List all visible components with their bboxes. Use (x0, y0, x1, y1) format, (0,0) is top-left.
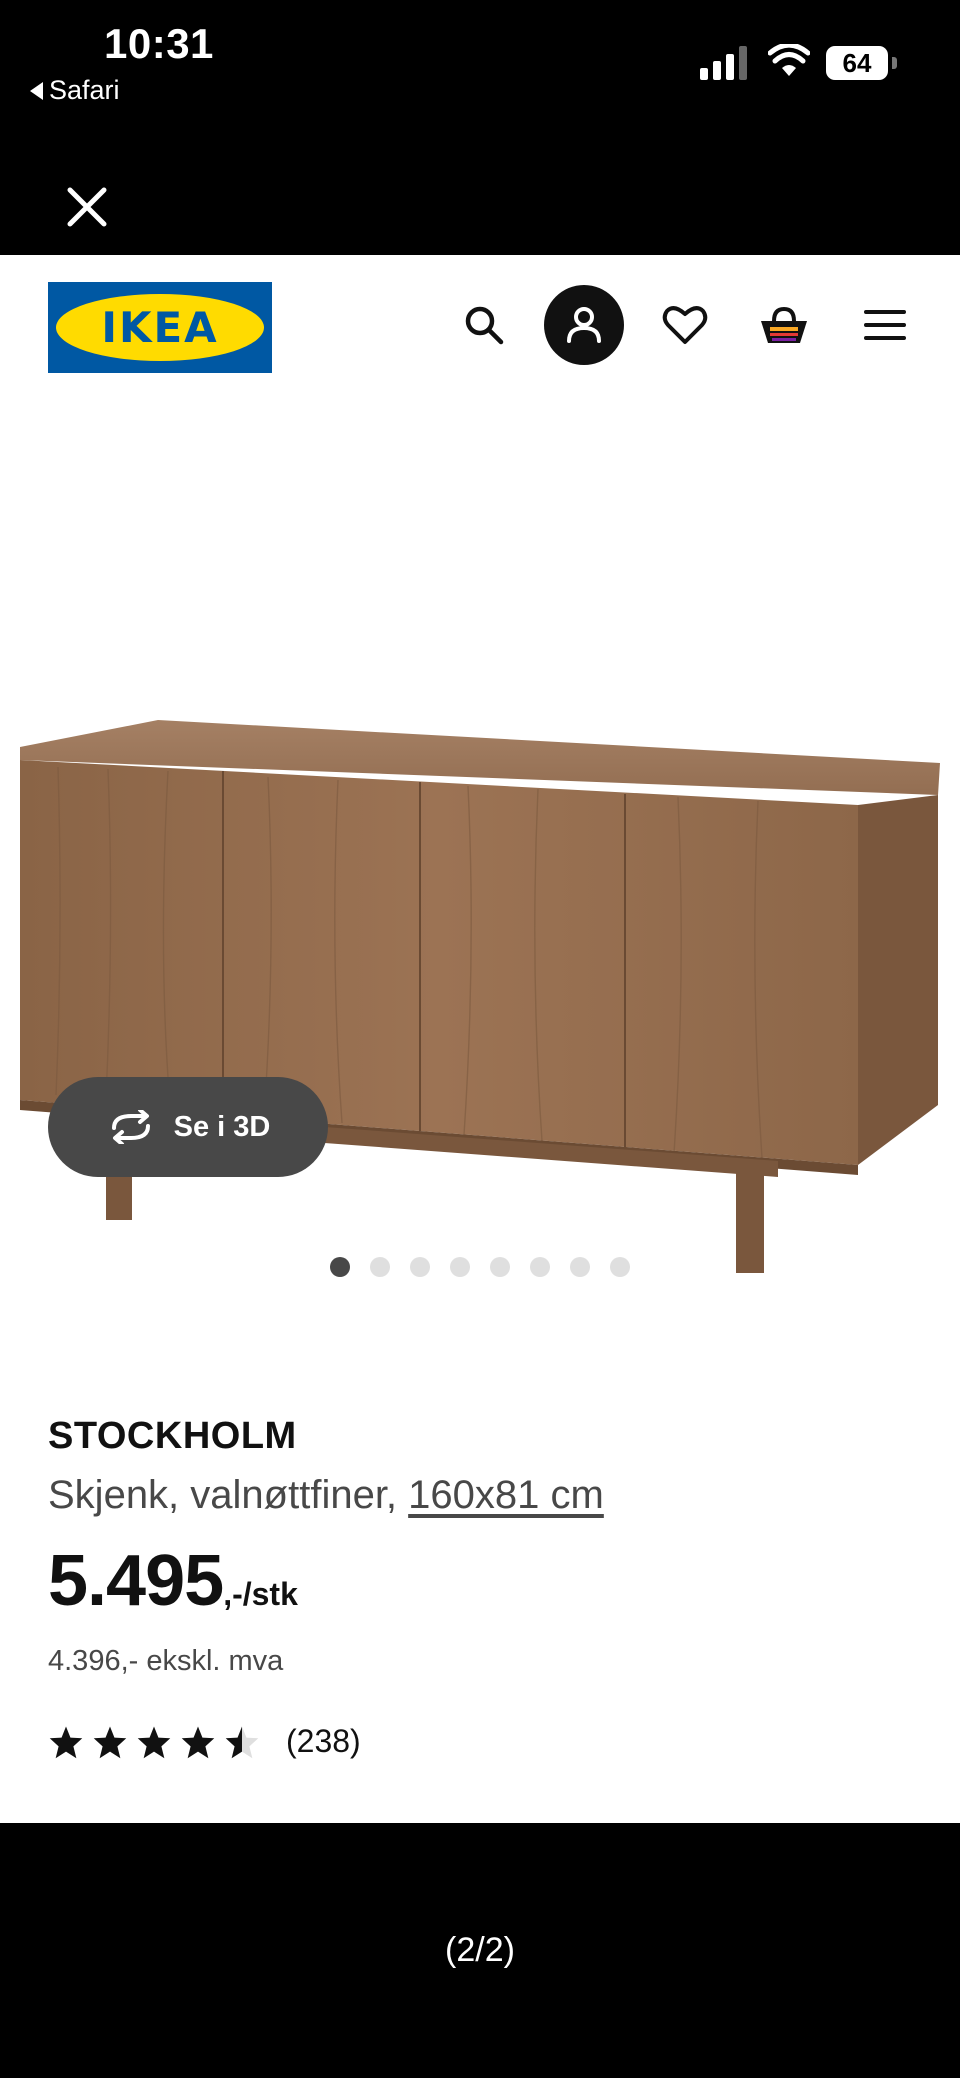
star-icon (137, 1725, 171, 1758)
back-app-label: Safari (49, 75, 120, 105)
product-rating[interactable]: (238) (48, 1723, 361, 1760)
product-page: IKEA Se i 3D STOCKHOLM Skjenk, valnøttfi… (0, 255, 960, 1823)
status-time: 10:31 (104, 20, 214, 67)
search-icon (465, 306, 504, 345)
page-indicator: (2/2) (445, 1931, 515, 1969)
image-carousel-dots (0, 1257, 960, 1281)
profile-button[interactable] (544, 285, 624, 365)
half-star-icon (225, 1725, 259, 1758)
carousel-dot[interactable] (490, 1257, 510, 1277)
product-price: 5.495 ,-/stk (48, 1540, 298, 1622)
star-icon (181, 1725, 215, 1758)
product-description: Skjenk, valnøttfiner, 160x81 cm (48, 1473, 604, 1518)
profile-icon (567, 307, 601, 343)
price-unit: ,-/stk (223, 1576, 298, 1612)
rating-count: (238) (286, 1723, 361, 1759)
menu-button[interactable] (845, 285, 925, 365)
battery-indicator: 64 (826, 46, 898, 80)
close-icon[interactable] (62, 182, 112, 232)
price-amount: 5.495 (48, 1541, 224, 1621)
search-button[interactable] (444, 285, 524, 365)
favorites-button[interactable] (645, 285, 725, 365)
product-size-link[interactable]: 160x81 cm (408, 1473, 604, 1517)
carousel-dot[interactable] (370, 1257, 390, 1277)
product-description-text: Skjenk, valnøttfiner, (48, 1473, 409, 1517)
status-bar: 10:31 Safari 64 (0, 0, 960, 130)
battery-tip (892, 57, 897, 69)
logo-text: IKEA (101, 303, 219, 352)
viewer-top-bar (0, 130, 960, 255)
rotate-3d-icon (111, 1110, 150, 1144)
basket-icon (761, 306, 807, 343)
ikea-logo[interactable]: IKEA (48, 282, 272, 373)
sideboard-side (858, 795, 938, 1165)
wifi-icon (768, 44, 810, 76)
carousel-dot[interactable] (450, 1257, 470, 1277)
back-to-app-link[interactable]: Safari (30, 75, 120, 106)
viewer-bottom-bar: (2/2) (0, 1823, 960, 2078)
carousel-dot[interactable] (610, 1257, 630, 1277)
product-name: STOCKHOLM (48, 1415, 297, 1457)
heart-icon (662, 306, 708, 344)
menu-icon (864, 310, 906, 340)
back-arrow-icon (30, 81, 43, 100)
carousel-dot[interactable] (530, 1257, 550, 1277)
view-in-3d-label: Se i 3D (173, 1110, 271, 1143)
profile-circle (544, 285, 624, 365)
carousel-dot[interactable] (330, 1257, 350, 1277)
site-header: IKEA (0, 255, 960, 375)
cellular-signal-icon (700, 46, 747, 80)
basket-button[interactable] (744, 285, 824, 365)
star-icon (49, 1725, 83, 1758)
star-icon (93, 1725, 127, 1758)
battery-level: 64 (826, 46, 888, 80)
view-in-3d-button[interactable]: Se i 3D (48, 1077, 328, 1177)
carousel-dot[interactable] (570, 1257, 590, 1277)
price-excl-vat: 4.396,- ekskl. mva (48, 1645, 284, 1677)
carousel-dot[interactable] (410, 1257, 430, 1277)
